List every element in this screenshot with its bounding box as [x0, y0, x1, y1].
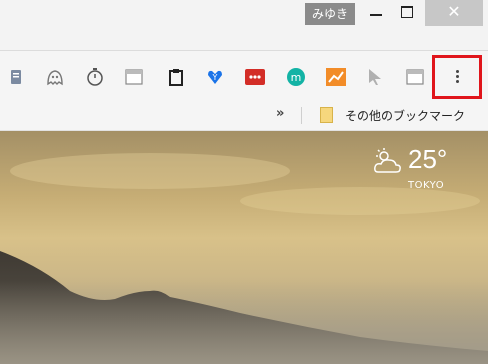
clipboard-icon[interactable]: [166, 67, 186, 87]
temperature: 25°: [408, 144, 448, 174]
window-ext-2-icon[interactable]: [405, 67, 425, 87]
close-button[interactable]: ✕: [425, 0, 483, 26]
lastpass-icon[interactable]: [245, 67, 265, 87]
city-label: TOKYO: [408, 180, 445, 191]
title-bar: みゆき ✕: [0, 0, 488, 50]
browser-toolbar: Y m: [0, 50, 488, 100]
window-ext-icon[interactable]: [124, 67, 144, 87]
more-vert-icon: [448, 70, 466, 83]
bookmarks-bar: » その他のブックマーク: [0, 100, 488, 131]
mendeley-m-icon[interactable]: m: [286, 67, 306, 87]
bookmarks-overflow-button[interactable]: »: [276, 106, 284, 121]
ghost-ext-icon[interactable]: [45, 67, 65, 87]
partly-cloudy-icon: [374, 148, 401, 173]
bookmarks-separator: [301, 107, 302, 124]
menu-button[interactable]: [448, 68, 466, 88]
stopwatch-icon[interactable]: [85, 67, 105, 87]
minimize-icon: [370, 14, 382, 16]
minimize-button[interactable]: [360, 0, 390, 26]
folder-icon[interactable]: [320, 107, 333, 123]
doc-ext-icon[interactable]: [6, 67, 26, 87]
svg-text:Y: Y: [212, 73, 218, 82]
svg-text:m: m: [291, 71, 302, 84]
heart-y-icon[interactable]: Y: [205, 67, 225, 87]
cursor-icon[interactable]: [365, 67, 385, 87]
maximize-button[interactable]: [392, 0, 422, 26]
chart-icon[interactable]: [326, 67, 346, 87]
other-bookmarks-link[interactable]: その他のブックマーク: [345, 107, 465, 124]
profile-button[interactable]: みゆき: [305, 3, 355, 25]
maximize-icon: [401, 6, 413, 18]
close-icon: ✕: [447, 2, 461, 21]
